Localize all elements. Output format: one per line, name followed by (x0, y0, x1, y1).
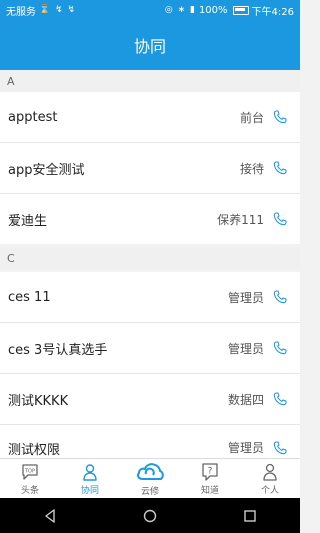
phone-icon[interactable] (272, 211, 288, 227)
tab-label: 个人 (260, 485, 279, 496)
contact-row[interactable]: 爱迪生 保养111 (0, 194, 300, 244)
bottom-tab-bar: TOP 头条 协同 云修 ? 知道 个人 (0, 458, 300, 499)
tab-headline[interactable]: TOP 头条 (0, 459, 60, 499)
contact-name: 爱迪生 (8, 213, 48, 229)
contact-role: 管理员 (227, 290, 264, 305)
tab-cloud-repair[interactable]: 云修 (120, 459, 180, 499)
contact-role: 管理员 (227, 441, 264, 455)
clock: 下午4:26 (251, 6, 294, 18)
tab-label: 知道 (200, 485, 219, 496)
question-icon: ? (200, 462, 220, 481)
contact-row[interactable]: 测试KKKK 数据四 (0, 374, 300, 425)
tab-label: 头条 (20, 485, 39, 496)
system-icons: ◎ ∗ ▮ (164, 5, 196, 15)
phone-icon[interactable] (272, 160, 288, 176)
contact-row[interactable]: app安全测试 接待 (0, 143, 300, 194)
contact-row[interactable]: apptest 前台 (0, 92, 300, 143)
battery-percentage: 100% (198, 4, 228, 16)
contact-role: 接待 (239, 161, 264, 176)
phone-icon[interactable] (272, 391, 288, 407)
tab-collaboration[interactable]: 协同 (60, 459, 120, 499)
contact-row[interactable]: ces 3号认真选手 管理员 (0, 323, 300, 374)
carrier-status: 无服务 (6, 6, 36, 18)
person-icon (260, 463, 280, 481)
status-bar: 无服务 ⌛ ↯ ↯ ◎ ∗ ▮ 100% 下午4:26 (0, 0, 300, 20)
back-icon[interactable] (35, 501, 65, 531)
svg-text:?: ? (208, 466, 213, 476)
contact-role: 数据四 (227, 392, 264, 407)
contact-name: app安全测试 (8, 162, 85, 178)
home-icon[interactable] (135, 501, 165, 531)
battery-icon (232, 5, 249, 15)
recents-icon[interactable] (235, 501, 265, 531)
system-nav-bar (0, 498, 300, 533)
contact-row[interactable]: ces 11 管理员 (0, 272, 300, 323)
contact-role: 保养111 (217, 212, 264, 227)
contact-name: 测试权限 (8, 443, 61, 458)
cloud-icon (135, 462, 165, 482)
contact-row[interactable]: 测试权限 管理员 (0, 425, 300, 458)
phone-icon[interactable] (272, 440, 288, 456)
contact-name: ces 11 (8, 289, 51, 305)
headline-icon: TOP (20, 463, 40, 481)
tab-profile[interactable]: 个人 (240, 459, 300, 499)
title-bar: 协同 (0, 20, 300, 70)
phone-icon[interactable] (272, 109, 288, 125)
page-title: 协同 (133, 37, 166, 56)
svg-text:TOP: TOP (24, 468, 35, 474)
tab-label: 协同 (80, 485, 99, 496)
phone-icon[interactable] (272, 289, 288, 305)
notification-icons: ⌛ ↯ ↯ (39, 5, 77, 15)
contact-role: 管理员 (227, 341, 264, 356)
contact-role: 前台 (239, 110, 264, 125)
tab-label: 云修 (140, 486, 159, 497)
contacts-icon (80, 463, 100, 481)
contact-name: ces 3号认真选手 (8, 342, 108, 358)
phone-icon[interactable] (272, 340, 288, 356)
contact-name: 测试KKKK (8, 393, 69, 409)
section-header-a: A (0, 70, 300, 92)
tab-knowledge[interactable]: ? 知道 (180, 459, 240, 499)
section-header-c: C (0, 247, 300, 269)
contact-name: apptest (8, 109, 58, 125)
